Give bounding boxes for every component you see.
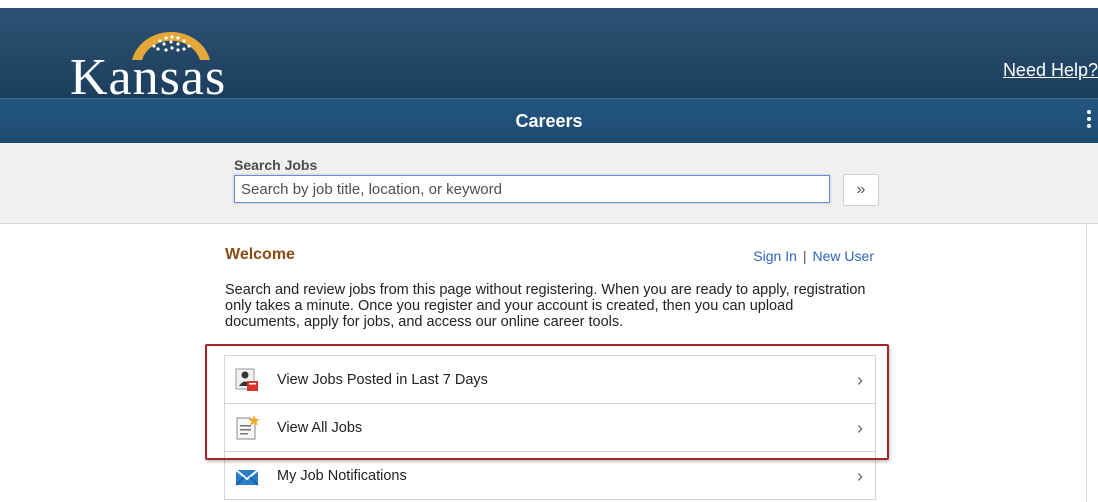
header-banner: Kansas Need Help? [0,8,1098,106]
kansas-logo[interactable]: Kansas [30,22,225,106]
link-separator: | [802,248,807,264]
sign-in-link[interactable]: Sign In [753,248,797,264]
highlight-box [205,344,889,460]
search-button[interactable]: » [843,174,879,206]
search-area: Search Jobs » [0,143,1098,224]
page-title: Careers [515,111,583,131]
welcome-text: Search and review jobs from this page wi… [225,282,866,330]
search-input[interactable] [234,175,830,203]
search-label: Search Jobs [234,157,318,173]
need-help-link[interactable]: Need Help? [1003,60,1098,81]
chevron-right-icon: › [857,466,863,486]
careers-bar: Careers [0,98,1098,143]
new-user-link[interactable]: New User [813,248,874,264]
welcome-title: Welcome [225,246,295,263]
more-options-icon[interactable] [1086,107,1092,135]
notifications-envelope-icon [235,469,259,486]
scroll-edge-divider [1086,224,1087,502]
list-item-label: My Job Notifications [277,468,407,484]
sign-links: Sign In | New User [753,248,874,264]
